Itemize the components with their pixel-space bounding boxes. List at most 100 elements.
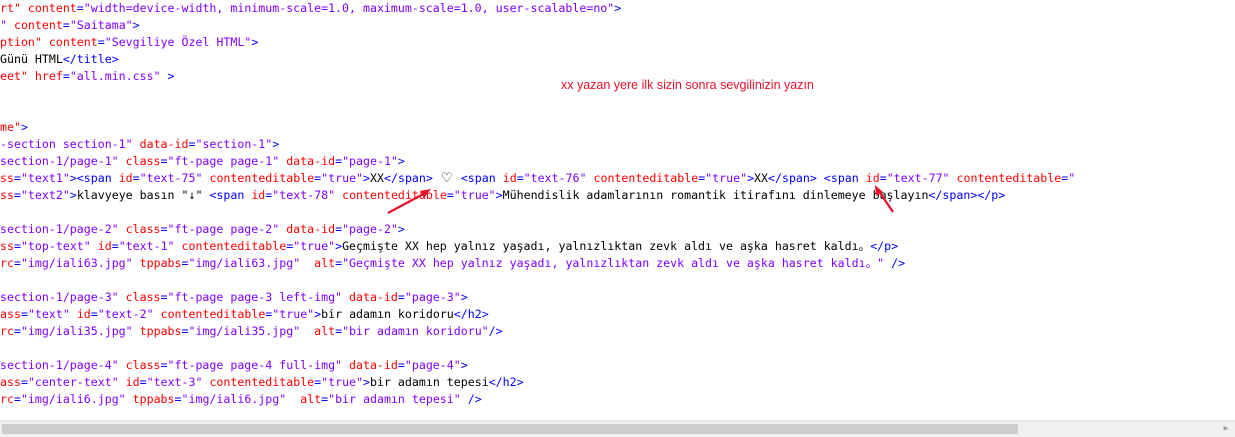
- code-token: />: [460, 392, 482, 406]
- code-token: "img/iali35.jpg": [188, 324, 315, 338]
- code-line[interactable]: [0, 340, 1075, 357]
- code-token: />: [884, 256, 906, 270]
- code-token: >: [272, 137, 280, 151]
- code-token: section-1/page-1": [0, 154, 126, 168]
- code-line[interactable]: ass="center-text" id="text-3" contentedi…: [0, 374, 1075, 391]
- code-token: "text-2": [97, 307, 161, 321]
- code-token: data-id: [286, 154, 336, 168]
- code-token: klavyeye basın "↓": [76, 188, 210, 202]
- code-token: "page-1": [342, 154, 398, 168]
- code-token: id: [118, 171, 133, 185]
- code-token: bir adamın tepesi: [370, 375, 489, 389]
- code-token: =: [13, 171, 21, 185]
- code-token: =: [879, 171, 887, 185]
- code-token: >: [363, 375, 371, 389]
- horizontal-scrollbar[interactable]: ▸: [0, 420, 1235, 437]
- code-token: =: [181, 256, 189, 270]
- red-annotation-note: xx yazan yere ilk sizin sonra sevgiliniz…: [561, 78, 814, 92]
- code-token: "Saitama": [69, 18, 133, 32]
- code-line[interactable]: section-1/page-2" class="ft-page page-2"…: [0, 221, 1075, 238]
- code-editor[interactable]: rt" content="width=device-width, minimum…: [0, 0, 1235, 420]
- code-token: "top-text": [20, 239, 98, 253]
- code-token: "ft-page page-1": [167, 154, 287, 168]
- code-token: bir adamın koridoru: [321, 307, 454, 321]
- code-token: contenteditable: [209, 171, 315, 185]
- code-token: =: [160, 222, 168, 236]
- code-token: >: [460, 290, 468, 304]
- code-token: =: [90, 307, 98, 321]
- code-token: "img/iali6.jpg": [20, 392, 133, 406]
- code-line[interactable]: rc="img/iali63.jpg" tppabs="img/iali63.j…: [0, 255, 1075, 272]
- code-line[interactable]: ss="text2">klavyeye basın "↓" <span id="…: [0, 187, 1075, 204]
- code-token: =: [13, 392, 21, 406]
- code-token: "img/iali35.jpg": [20, 324, 140, 338]
- code-line[interactable]: rc="img/iali6.jpg" tppabs="img/iali6.jpg…: [0, 391, 1075, 408]
- code-line[interactable]: Günü HTML</title>: [0, 51, 1075, 68]
- code-token: "img/iali63.jpg": [188, 256, 315, 270]
- code-token: eet": [0, 69, 35, 83]
- code-line[interactable]: eet" href="all.min.css" >: [0, 68, 1075, 85]
- code-line[interactable]: [0, 85, 1075, 102]
- code-line[interactable]: ass="text" id="text-2" contenteditable="…: [0, 306, 1075, 323]
- code-line[interactable]: [0, 272, 1075, 289]
- code-token: data-id: [139, 137, 189, 151]
- code-line[interactable]: section-1/page-3" class="ft-page page-3 …: [0, 289, 1075, 306]
- code-token: ass: [0, 307, 21, 321]
- code-token: =: [335, 222, 343, 236]
- code-token: rc: [0, 256, 14, 270]
- code-token: rt": [0, 1, 28, 15]
- code-line[interactable]: [0, 204, 1075, 221]
- code-token: ss: [0, 239, 14, 253]
- code-line[interactable]: section-1/page-4" class="ft-page page-4 …: [0, 357, 1075, 374]
- heart-icon: ♡: [441, 171, 453, 186]
- code-line[interactable]: ption" content="Sevgiliye Özel HTML">: [0, 34, 1075, 51]
- code-line[interactable]: me">: [0, 119, 1075, 136]
- code-token: Günü HTML: [0, 52, 63, 66]
- code-token: =: [13, 188, 21, 202]
- code-token: id: [502, 171, 517, 185]
- code-token: id: [865, 171, 880, 185]
- code-token: =: [111, 239, 119, 253]
- code-line[interactable]: rc="img/iali35.jpg" tppabs="img/iali35.j…: [0, 323, 1075, 340]
- code-token: rc: [0, 392, 14, 406]
- code-token: =: [76, 1, 84, 15]
- code-token: >: [160, 69, 175, 83]
- code-token: "text-3": [146, 375, 210, 389]
- code-token: contenteditable: [956, 171, 1062, 185]
- code-token: =: [446, 188, 454, 202]
- scrollbar-thumb[interactable]: [2, 424, 1018, 434]
- code-lines[interactable]: rt" content="width=device-width, minimum…: [0, 0, 1075, 408]
- code-token: "all.min.css": [69, 69, 161, 83]
- code-line[interactable]: section-1/page-1" class="ft-page page-1"…: [0, 153, 1075, 170]
- code-line[interactable]: [0, 102, 1075, 119]
- code-token: "ft-page page-4 full-img": [167, 358, 350, 372]
- code-line[interactable]: ss="text1"><span id="text-75" contentedi…: [0, 170, 1075, 187]
- code-token: =: [62, 18, 70, 32]
- code-token: content: [48, 35, 98, 49]
- code-token: ss: [0, 171, 14, 185]
- code-token: contenteditable: [342, 188, 447, 202]
- code-token: "page-4": [404, 358, 461, 372]
- code-token: class: [125, 290, 161, 304]
- code-token: section-1/page-4": [0, 358, 126, 372]
- code-token: "text-77": [886, 171, 957, 185]
- code-line[interactable]: rt" content="width=device-width, minimum…: [0, 0, 1075, 17]
- code-token: <span: [460, 171, 503, 185]
- code-token: class: [125, 222, 161, 236]
- code-line[interactable]: ss="top-text" id="text-1" contenteditabl…: [0, 238, 1075, 255]
- code-line[interactable]: " content="Saitama">: [0, 17, 1075, 34]
- scroll-right-arrow-icon[interactable]: ▸: [1221, 424, 1231, 434]
- code-token: </h2>: [488, 375, 524, 389]
- code-token: =: [397, 358, 405, 372]
- code-token: data-id: [349, 358, 398, 372]
- code-token: alt: [300, 392, 322, 406]
- code-token: =: [20, 375, 28, 389]
- code-token: alt: [314, 256, 336, 270]
- code-token: </h2>: [453, 307, 489, 321]
- code-token: =: [62, 69, 70, 83]
- code-token: >: [614, 1, 622, 15]
- code-token: "ft-page page-3 left-img": [167, 290, 350, 304]
- code-line[interactable]: -section section-1" data-id="section-1">: [0, 136, 1075, 153]
- code-token: "Geçmişte XX hep yalnız yaşadı, yalnızlı…: [342, 256, 885, 270]
